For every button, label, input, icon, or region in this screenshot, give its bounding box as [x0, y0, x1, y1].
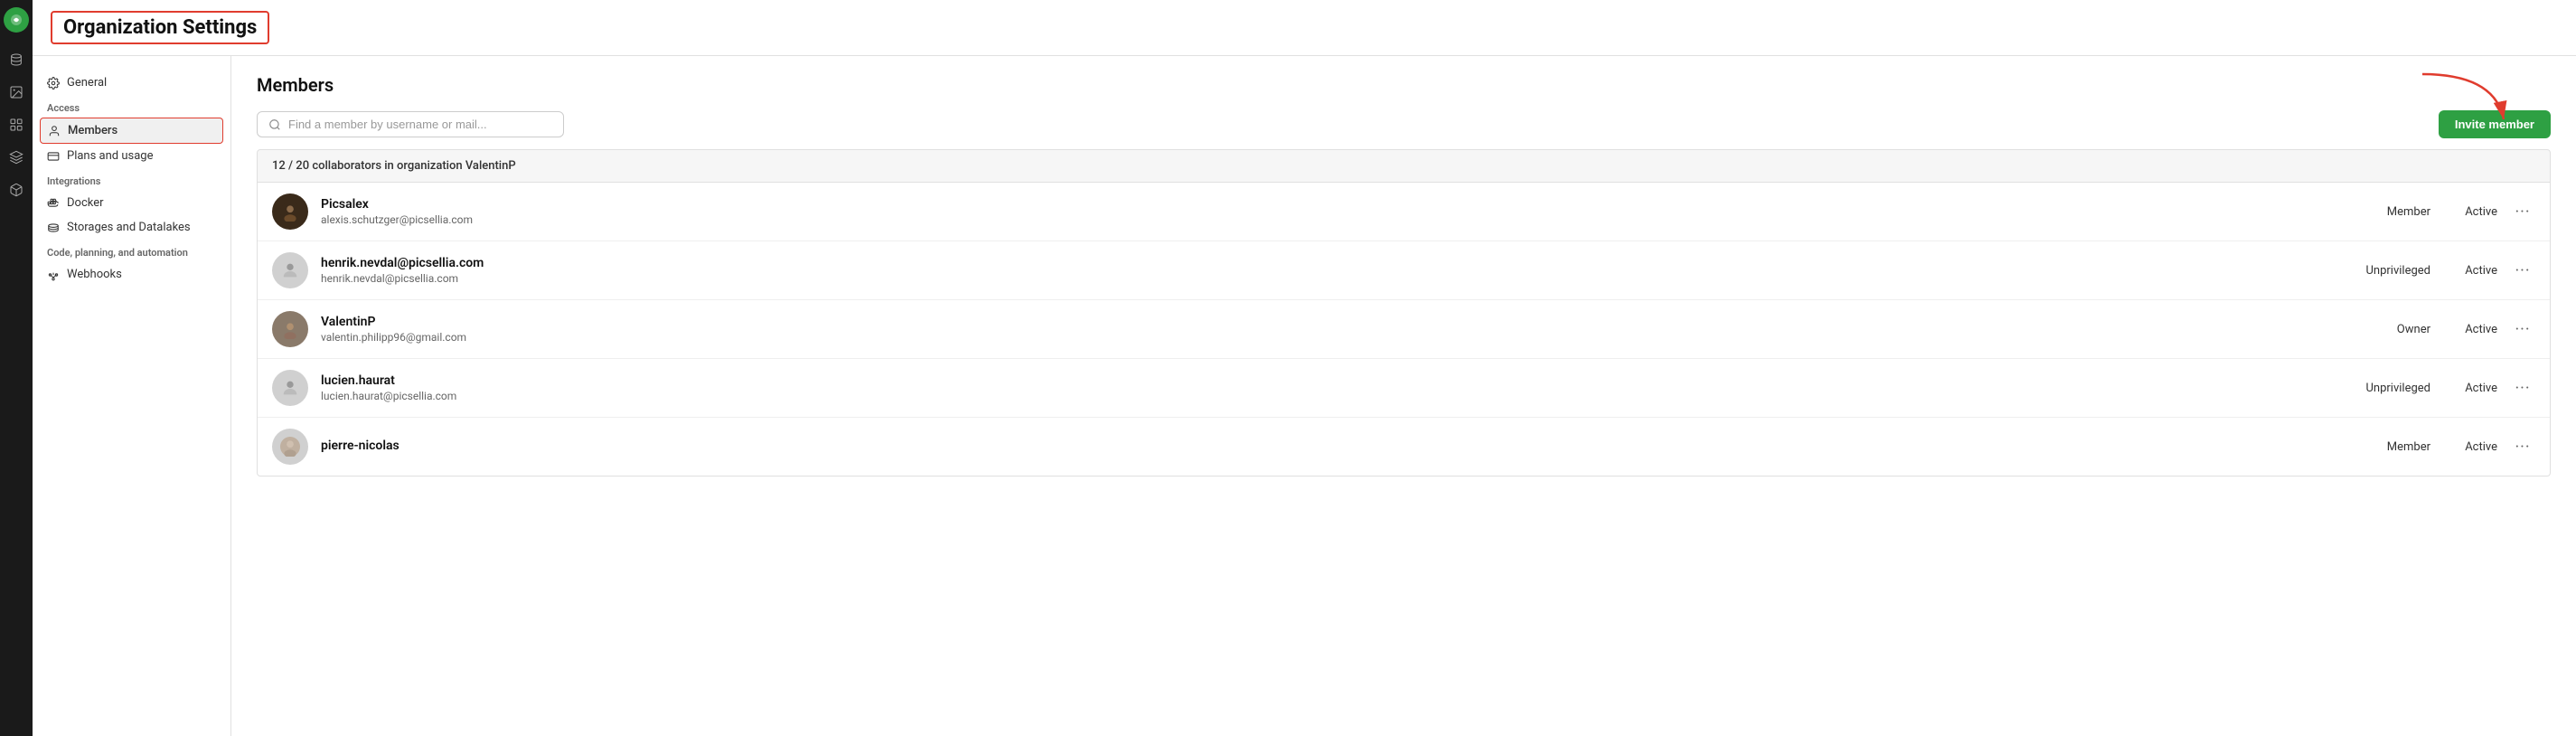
member-name: ValentinP: [321, 315, 2318, 329]
avatar: [272, 429, 308, 465]
member-status: Active: [2443, 382, 2497, 395]
sidebar-icon-database[interactable]: [4, 47, 29, 72]
person-icon: [48, 125, 61, 137]
section-label-integrations: Integrations: [33, 168, 230, 191]
sidebar-item-members-label: Members: [68, 124, 118, 137]
member-actions-button[interactable]: ···: [2510, 320, 2535, 339]
member-actions-button[interactable]: ···: [2510, 261, 2535, 280]
members-page-title: Members: [257, 74, 2551, 96]
avatar: [272, 193, 308, 230]
sidebar-item-storages[interactable]: Storages and Datalakes: [33, 215, 230, 240]
top-header: Organization Settings: [33, 0, 2576, 56]
table-row: lucien.haurat lucien.haurat@picsellia.co…: [258, 359, 2550, 418]
sidebar-item-webhooks-label: Webhooks: [67, 268, 122, 281]
sidebar-icon-layers[interactable]: [4, 145, 29, 170]
member-email: alexis.schutzger@picsellia.com: [321, 213, 2318, 226]
member-role: Member: [2331, 440, 2430, 454]
member-status: Active: [2443, 323, 2497, 336]
member-email: valentin.philipp96@gmail.com: [321, 331, 2318, 344]
member-role: Member: [2331, 205, 2430, 219]
member-role: Owner: [2331, 323, 2430, 336]
member-info: Picsalex alexis.schutzger@picsellia.com: [321, 197, 2318, 226]
app-logo[interactable]: [4, 7, 29, 33]
card-icon: [47, 150, 60, 163]
member-name: Picsalex: [321, 197, 2318, 212]
member-info: ValentinP valentin.philipp96@gmail.com: [321, 315, 2318, 344]
sidebar-item-docker-label: Docker: [67, 196, 104, 210]
action-row: Invite member: [257, 110, 2551, 138]
member-status: Active: [2443, 264, 2497, 278]
member-status: Active: [2443, 205, 2497, 219]
member-role: Unprivileged: [2331, 382, 2430, 395]
section-label-access: Access: [33, 95, 230, 118]
sidebar-item-docker[interactable]: Docker: [33, 191, 230, 215]
avatar-image: [280, 319, 300, 339]
avatar: [272, 311, 308, 347]
avatar: [272, 370, 308, 406]
docker-icon: [47, 197, 60, 210]
table-row: pierre-nicolas Member Active ···: [258, 418, 2550, 476]
search-box[interactable]: [257, 111, 564, 137]
member-info: pierre-nicolas: [321, 439, 2318, 455]
sidebar-item-members[interactable]: Members: [40, 118, 223, 144]
sidebar-icon-package[interactable]: [4, 177, 29, 203]
sidebar-item-general[interactable]: General: [33, 71, 230, 95]
avatar-image: [280, 202, 300, 222]
generic-avatar-icon: [280, 260, 300, 280]
webhook-icon: [47, 269, 60, 281]
member-status: Active: [2443, 440, 2497, 454]
sidebar-item-plans-label: Plans and usage: [67, 149, 154, 163]
member-actions-button[interactable]: ···: [2510, 379, 2535, 398]
member-email: lucien.haurat@picsellia.com: [321, 390, 2318, 402]
table-row: henrik.nevdal@picsellia.com henrik.nevda…: [258, 241, 2550, 300]
member-actions-button[interactable]: ···: [2510, 203, 2535, 222]
sidebar-item-storages-label: Storages and Datalakes: [67, 221, 191, 234]
gear-icon: [47, 77, 60, 90]
settings-sidebar: General Access Members Plans and usage I…: [33, 56, 231, 736]
logo-icon: [8, 12, 24, 28]
table-row: ValentinP valentin.philipp96@gmail.com O…: [258, 300, 2550, 359]
app-sidebar: [0, 0, 33, 736]
sidebar-icon-model[interactable]: [4, 112, 29, 137]
invite-member-button[interactable]: Invite member: [2439, 110, 2551, 138]
members-list: Picsalex alexis.schutzger@picsellia.com …: [257, 183, 2551, 477]
avatar: [272, 252, 308, 288]
member-name: henrik.nevdal@picsellia.com: [321, 256, 2318, 270]
member-info: henrik.nevdal@picsellia.com henrik.nevda…: [321, 256, 2318, 285]
member-email: henrik.nevdal@picsellia.com: [321, 272, 2318, 285]
member-name: lucien.haurat: [321, 373, 2318, 388]
search-icon: [268, 118, 281, 131]
member-info: lucien.haurat lucien.haurat@picsellia.co…: [321, 373, 2318, 402]
page-content: Members Invite member 12 / 20 collaborat…: [231, 56, 2576, 736]
avatar-image: [280, 437, 300, 457]
main-area: Organization Settings General Access Mem…: [33, 0, 2576, 736]
content-layout: General Access Members Plans and usage I…: [33, 56, 2576, 736]
generic-avatar-icon: [280, 378, 300, 398]
table-row: Picsalex alexis.schutzger@picsellia.com …: [258, 183, 2550, 241]
member-actions-button[interactable]: ···: [2510, 438, 2535, 457]
page-title: Organization Settings: [51, 11, 269, 44]
sidebar-item-plans[interactable]: Plans and usage: [33, 144, 230, 168]
section-label-automation: Code, planning, and automation: [33, 240, 230, 262]
sidebar-item-webhooks[interactable]: Webhooks: [33, 262, 230, 287]
member-role: Unprivileged: [2331, 264, 2430, 278]
member-name: pierre-nicolas: [321, 439, 2318, 453]
search-input[interactable]: [288, 118, 552, 131]
sidebar-item-general-label: General: [67, 76, 107, 90]
sidebar-icon-image[interactable]: [4, 80, 29, 105]
collaborators-info-bar: 12 / 20 collaborators in organization Va…: [257, 149, 2551, 183]
storage-icon: [47, 222, 60, 234]
